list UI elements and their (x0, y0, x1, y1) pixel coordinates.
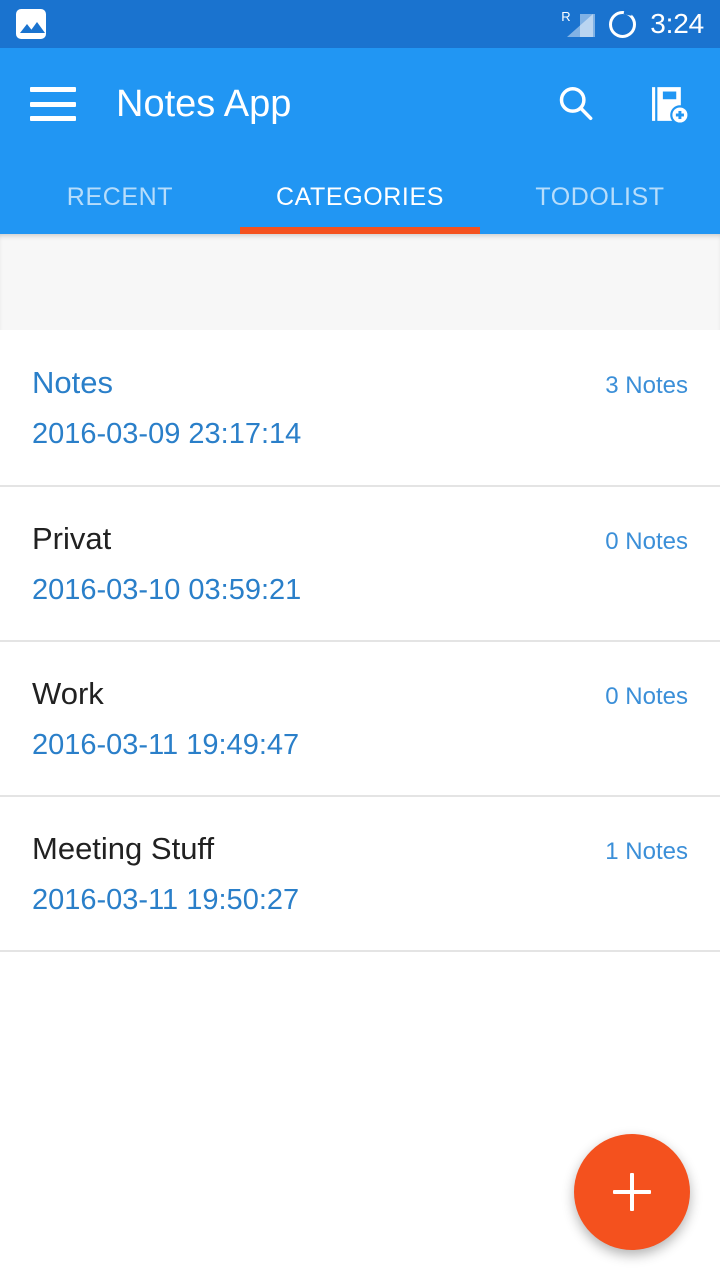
list-item[interactable]: Work 0 Notes 2016-03-11 19:49:47 (0, 642, 720, 797)
list-item-top-row: Work 0 Notes (32, 678, 688, 709)
signal-triangle-fill (580, 14, 596, 37)
tab-todolist-label: TODOLIST (535, 182, 665, 211)
category-note-count: 0 Notes (605, 682, 688, 710)
status-bar-system-icons: R 3:24 (561, 9, 704, 39)
tab-recent-label: RECENT (66, 182, 174, 211)
app-bar: Notes App (0, 48, 720, 160)
status-bar: R 3:24 (0, 0, 720, 48)
photo-icon (16, 9, 46, 39)
category-note-count: 1 Notes (605, 837, 688, 865)
hamburger-bar-3 (30, 116, 76, 121)
hamburger-bar-1 (30, 87, 76, 92)
tab-categories-label: CATEGORIES (275, 182, 445, 211)
app-bar-actions (552, 80, 692, 128)
category-title: Privat (32, 520, 112, 556)
list-item[interactable]: Meeting Stuff 1 Notes 2016-03-11 19:50:2… (0, 797, 720, 952)
list-item-top-row: Privat 0 Notes (32, 523, 688, 554)
category-title: Notes (32, 364, 113, 400)
list-item[interactable]: Notes 3 Notes 2016-03-09 23:17:14 (0, 330, 720, 487)
add-notebook-icon-glyph (652, 87, 690, 125)
category-date: 2016-03-11 19:49:47 (32, 728, 300, 761)
tab-categories[interactable]: CATEGORIES (240, 160, 480, 234)
status-bar-notifications (16, 9, 46, 39)
hamburger-bar-2 (30, 101, 76, 107)
category-date: 2016-03-09 23:17:14 (32, 417, 302, 450)
notes-app-screen: R 3:24 Notes App RECENT CATEGORIES TODOL… (0, 0, 720, 1280)
list-item-top-row: Notes 3 Notes (32, 367, 688, 398)
category-title: Meeting Stuff (32, 830, 215, 866)
tab-categories-indicator (240, 227, 480, 234)
list-item-top-row: Meeting Stuff 1 Notes (32, 833, 688, 864)
list-item[interactable]: Privat 0 Notes 2016-03-10 03:59:21 (0, 487, 720, 642)
category-note-count: 3 Notes (605, 371, 688, 399)
hamburger-menu-icon[interactable] (30, 87, 76, 121)
categories-list: Notes 3 Notes 2016-03-09 23:17:14 Privat… (0, 330, 720, 952)
search-icon[interactable] (552, 80, 600, 128)
tab-recent[interactable]: RECENT (0, 160, 240, 234)
add-category-fab[interactable] (574, 1134, 690, 1250)
search-icon-glyph (559, 87, 593, 121)
category-date: 2016-03-10 03:59:21 (32, 573, 302, 606)
category-date: 2016-03-11 19:50:27 (32, 883, 300, 916)
add-notebook-icon[interactable] (644, 80, 692, 128)
battery-ring-icon (609, 10, 637, 38)
category-note-count: 0 Notes (605, 527, 688, 555)
list-header-band (0, 234, 720, 330)
status-bar-clock: 3:24 (650, 8, 704, 39)
tab-bar: RECENT CATEGORIES TODOLIST (0, 160, 720, 234)
tab-todolist[interactable]: TODOLIST (480, 160, 720, 234)
category-title: Work (32, 675, 104, 711)
page-title: Notes App (116, 83, 292, 125)
signal-bars-icon: R (561, 9, 596, 39)
